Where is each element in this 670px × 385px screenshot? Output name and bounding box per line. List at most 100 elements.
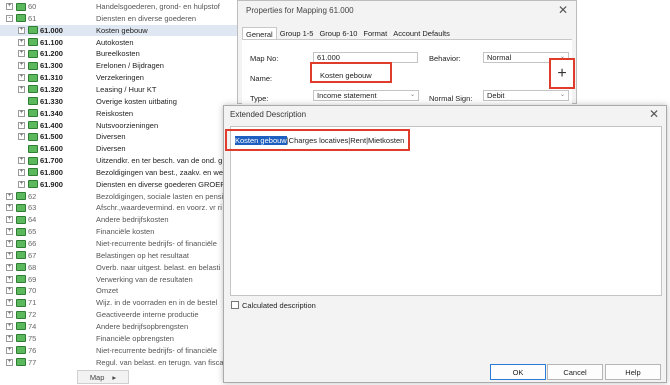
tree-row[interactable]: +74 Andere bedrijfsopbrengsten xyxy=(0,321,238,332)
tree-row[interactable]: +61.400 Nutsvoorzieningen xyxy=(0,120,238,131)
expand-icon[interactable]: + xyxy=(18,50,25,58)
tree-row[interactable]: +66 Niet-recurrente bedrijfs- of financië… xyxy=(0,238,238,249)
chevron-down-icon: ⌄ xyxy=(559,92,565,98)
tree-row-code: 61.330 xyxy=(40,96,63,106)
expand-icon[interactable]: + xyxy=(6,299,13,307)
extended-description-button[interactable]: + xyxy=(549,58,575,89)
expand-icon[interactable]: + xyxy=(6,334,13,342)
expand-icon[interactable]: + xyxy=(6,322,13,330)
tree-row-code: 63 xyxy=(28,203,37,213)
expand-icon[interactable]: + xyxy=(6,287,13,295)
tree-row-description: Financiële opbrengsten xyxy=(96,333,174,343)
expand-icon[interactable]: + xyxy=(18,109,25,117)
extended-description-textarea[interactable]: Kosten gebouw|Charges locatives|Rent|Mie… xyxy=(230,126,662,296)
tree-row[interactable]: +67 Belastingen op het resultaat xyxy=(0,250,238,261)
folder-icon xyxy=(16,286,26,295)
expand-icon[interactable]: + xyxy=(6,358,13,366)
tree-row[interactable]: +61.500 Diversen xyxy=(0,131,238,142)
expand-icon[interactable]: + xyxy=(6,192,13,200)
tree-row[interactable]: +61.310 Verzekeringen xyxy=(0,72,238,83)
tree-row-code: 60 xyxy=(28,2,37,11)
expand-icon[interactable]: + xyxy=(6,3,13,10)
expand-icon[interactable]: + xyxy=(18,133,25,141)
tree-row[interactable]: +77 Regul. van belast. en terugn. van fis… xyxy=(0,357,238,368)
expand-icon[interactable]: + xyxy=(18,62,25,70)
tree-row-code: 61.320 xyxy=(40,84,63,94)
close-icon[interactable]: ✕ xyxy=(558,3,568,17)
cancel-button[interactable]: Cancel xyxy=(547,364,603,380)
tree-row[interactable]: +61.800 Bezoldigingen van best., zaakv. e… xyxy=(0,167,238,178)
chevron-right-icon: ▸ xyxy=(112,372,117,382)
help-button[interactable]: Help xyxy=(605,364,661,380)
close-icon[interactable]: ✕ xyxy=(649,107,659,121)
tree-row-code: 61.340 xyxy=(40,108,63,118)
tree-row-code: 71 xyxy=(28,298,37,308)
expand-icon[interactable]: + xyxy=(18,74,25,82)
tree-row[interactable]: +61.900 Diensten en diverse goederen GROE… xyxy=(0,179,238,190)
expand-icon[interactable]: + xyxy=(18,85,25,93)
type-select[interactable]: Income statement ⌄ xyxy=(313,90,419,101)
tree-row[interactable]: +65 Financiële kosten xyxy=(0,226,238,237)
expand-icon[interactable]: + xyxy=(6,204,13,212)
expand-icon[interactable]: + xyxy=(6,275,13,283)
folder-icon xyxy=(16,192,26,201)
tree-row-description: Nutsvoorzieningen xyxy=(96,120,159,130)
expand-icon[interactable]: + xyxy=(6,346,13,354)
tree-row[interactable]: - 61 Diensten en diverse goederen xyxy=(0,13,238,24)
tree-row-description: Reiskosten xyxy=(96,108,134,118)
expand-icon[interactable]: + xyxy=(18,121,25,129)
ok-button[interactable]: OK xyxy=(490,364,546,380)
collapse-icon[interactable]: - xyxy=(6,14,13,22)
expand-icon[interactable]: + xyxy=(6,240,13,247)
tree-row-code: 74 xyxy=(28,321,37,331)
tree-row-code: 61.600 xyxy=(40,144,63,154)
expand-icon[interactable]: + xyxy=(6,263,13,271)
tree-row[interactable]: +60 Handelsgoederen, grond- en hulpstof xyxy=(0,1,238,12)
calculated-description-checkbox[interactable] xyxy=(231,301,239,309)
tree-row[interactable]: +62 Bezoldigingen, sociale lasten en pens… xyxy=(0,191,238,202)
folder-icon xyxy=(28,73,38,82)
expand-icon[interactable]: + xyxy=(18,168,25,176)
tree-row[interactable]: +61.100 Autokosten xyxy=(0,37,238,48)
chevron-down-icon: ⌄ xyxy=(409,92,415,98)
expand-icon[interactable]: + xyxy=(6,216,13,224)
tree-row[interactable]: +61.000 Kosten gebouw xyxy=(0,24,238,36)
tree-row[interactable]: 61.600 Diversen xyxy=(0,143,238,154)
tree-row[interactable]: +61.340 Reiskosten xyxy=(0,108,238,119)
folder-icon xyxy=(16,14,26,23)
tree-row[interactable]: +75 Financiële opbrengsten xyxy=(0,333,238,344)
tree-row[interactable]: +61.300 Erelonen / Bijdragen xyxy=(0,60,238,71)
tree-row-code: 61.800 xyxy=(40,167,63,177)
normal-sign-select[interactable]: Debit ⌄ xyxy=(483,90,569,101)
tree-row[interactable]: +61.700 Uitzendkr. en ter besch. van de o… xyxy=(0,155,238,166)
tree-row[interactable]: +61.200 Bureelkosten xyxy=(0,48,238,59)
folder-icon xyxy=(16,203,26,212)
tree-row[interactable]: +63 Afschr.,waardevermind. en voorz. vr r… xyxy=(0,202,238,213)
folder-icon xyxy=(16,263,26,272)
map-button[interactable]: Map ▸ xyxy=(77,370,129,384)
tree-row-description: Regul. van belast. en terugn. van fisca xyxy=(96,357,224,367)
expand-icon[interactable]: + xyxy=(18,26,25,34)
expand-icon[interactable]: + xyxy=(6,251,13,259)
tree-row[interactable]: +76 Niet-recurrente bedrijfs- of financië… xyxy=(0,345,238,356)
tree-row[interactable]: +71 Wijz. in de voorraden en in de bestel xyxy=(0,297,238,308)
expand-icon[interactable]: + xyxy=(18,157,25,165)
tree-row[interactable]: +70 Omzet xyxy=(0,285,238,296)
expand-icon[interactable]: + xyxy=(18,180,25,188)
tree-row-code: 68 xyxy=(28,262,37,272)
tree-row-code: 61.900 xyxy=(40,179,63,189)
tree-row-description: Omzet xyxy=(96,286,119,296)
tree-row[interactable]: +72 Geactiveerde interne productie xyxy=(0,309,238,320)
expand-icon[interactable]: + xyxy=(18,38,25,46)
tree-row-code: 61 xyxy=(28,13,37,23)
tree-row[interactable]: +64 Andere bedrijfskosten xyxy=(0,214,238,225)
tree-row[interactable]: +68 Overb. naar uitgest. belast. en belas… xyxy=(0,262,238,273)
tree-row[interactable]: +61.320 Leasing / Huur KT xyxy=(0,84,238,95)
tree-row[interactable]: 61.330 Overige kosten uitbating xyxy=(0,96,238,107)
expand-icon[interactable]: + xyxy=(6,228,13,236)
folder-icon xyxy=(16,334,26,343)
mapping-tree: +60 Handelsgoederen, grond- en hulpstof - 6… xyxy=(0,0,238,385)
tree-row-code: 61.310 xyxy=(40,73,63,83)
tree-row[interactable]: +69 Verwerking van de resultaten xyxy=(0,274,238,285)
expand-icon[interactable]: + xyxy=(6,311,13,319)
